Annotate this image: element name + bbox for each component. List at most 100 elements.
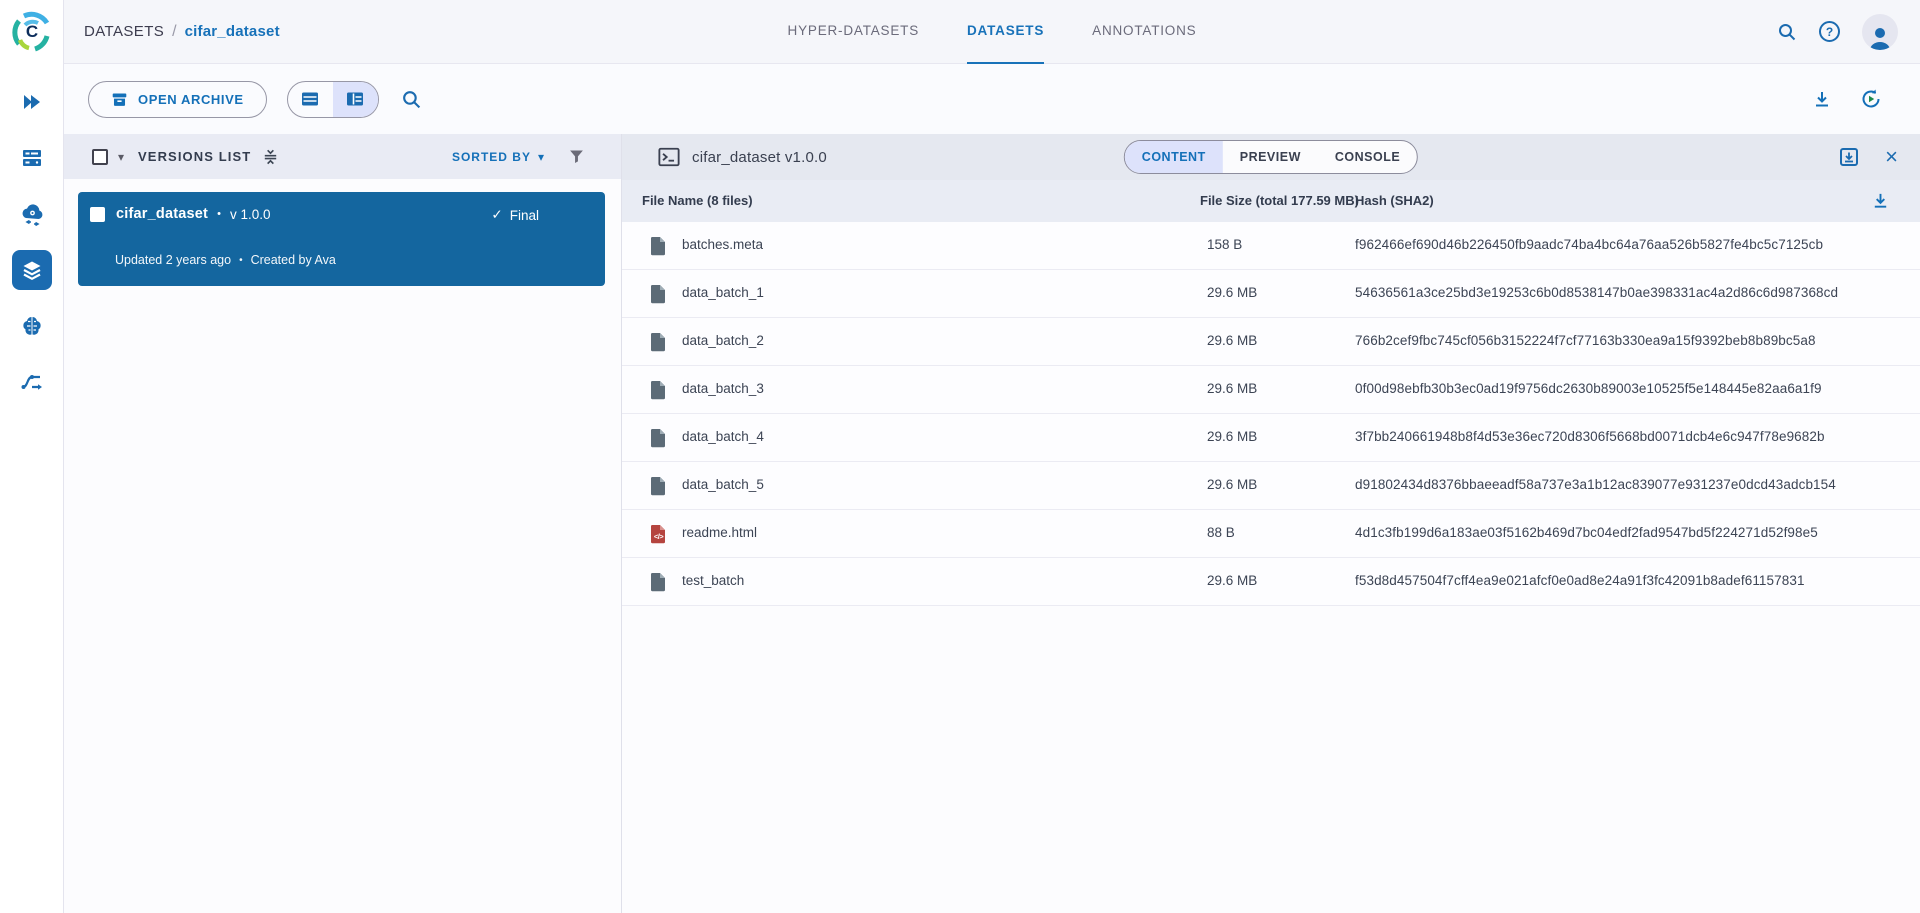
auto-refresh-button[interactable] (1860, 88, 1882, 110)
detail-panel-header: cifar_dataset v1.0.0 CONTENT PREVIEW CON… (622, 134, 1920, 180)
file-size: 29.6 MB (1207, 333, 1257, 348)
file-name: batches.meta (682, 237, 763, 252)
download-files-button[interactable] (1871, 191, 1890, 213)
select-all-caret-icon[interactable]: ▾ (118, 151, 124, 163)
version-created-by: Created by Ava (251, 253, 336, 267)
sidebar: C (0, 0, 64, 913)
versions-panel: ▾ VERSIONS LIST SORTED BY ▾ (64, 134, 622, 913)
breadcrumb: DATASETS / cifar_dataset (64, 23, 280, 41)
file-hash: 54636561a3ce25bd3e19253c6b0d8538147b0ae3… (1355, 285, 1838, 300)
file-size: 88 B (1207, 525, 1235, 540)
breadcrumb-root[interactable]: DATASETS (84, 23, 164, 40)
file-hash: d91802434d8376bbaeeadf58a737e3a1b12ac839… (1355, 477, 1836, 492)
file-hash: f962466ef690d46b226450fb9aadc74ba4bc64a7… (1355, 237, 1823, 252)
file-table-header: File Name (8 files) File Size (total 177… (622, 180, 1920, 222)
versions-list-header: ▾ VERSIONS LIST SORTED BY ▾ (64, 134, 621, 179)
sidebar-item-models[interactable] (12, 306, 52, 346)
check-icon: ✓ (491, 207, 502, 223)
tab-annotations[interactable]: ANNOTATIONS (1092, 0, 1196, 64)
table-row[interactable]: </> test_batch 29.6 MB f53d8d457504f7cff… (622, 558, 1920, 606)
file-icon (650, 332, 667, 352)
file-icon (650, 476, 667, 496)
file-icon (650, 380, 667, 400)
close-panel-icon[interactable]: × (1885, 146, 1898, 168)
sorted-by-dropdown[interactable]: SORTED BY ▾ (452, 150, 544, 164)
split-view-toggle[interactable] (333, 82, 378, 117)
version-updated: Updated 2 years ago (115, 253, 231, 267)
import-box-icon (1839, 147, 1859, 167)
select-all-checkbox[interactable] (92, 149, 108, 165)
table-row[interactable]: </> batches.meta 158 B f962466ef690d46b2… (622, 222, 1920, 270)
table-row[interactable]: </> data_batch_4 29.6 MB 3f7bb240661948b… (622, 414, 1920, 462)
cloud-gear-icon (19, 201, 45, 227)
tab-hyper-datasets[interactable]: HYPER-DATASETS (788, 0, 919, 64)
sidebar-item-projects[interactable] (12, 82, 52, 122)
version-name: cifar_dataset (116, 206, 208, 222)
file-table-body: </> batches.meta 158 B f962466ef690d46b2… (622, 222, 1920, 606)
sidebar-item-data-processing[interactable] (12, 194, 52, 234)
file-name: data_batch_3 (682, 381, 764, 396)
table-row[interactable]: </> data_batch_3 29.6 MB 0f00d98ebfb30b3… (622, 366, 1920, 414)
table-row[interactable]: </> readme.html 88 B 4d1c3fb199d6a183ae0… (622, 510, 1920, 558)
tab-preview[interactable]: PREVIEW (1223, 141, 1318, 173)
datasets-toolbar: OPEN ARCHIVE (64, 64, 1920, 134)
file-size: 29.6 MB (1207, 381, 1257, 396)
detail-tabs: CONTENT PREVIEW CONSOLE (1124, 140, 1418, 174)
collapse-versions-icon[interactable] (261, 147, 280, 166)
version-status-badge: ✓ Final (491, 207, 539, 223)
archive-icon (111, 91, 128, 108)
terminal-icon (658, 147, 680, 167)
help-button[interactable]: ? (1819, 21, 1840, 42)
file-hash: 3f7bb240661948b8f4d53e36ec720d8306f5668b… (1355, 429, 1825, 444)
sidebar-item-pipelines[interactable] (12, 362, 52, 402)
pipeline-icon (19, 369, 45, 395)
user-avatar[interactable] (1862, 14, 1898, 50)
table-view-toggle[interactable] (288, 82, 333, 117)
global-search-button[interactable] (1777, 22, 1797, 42)
tab-console[interactable]: CONSOLE (1318, 141, 1417, 173)
bullet-separator: • (239, 255, 243, 266)
filter-icon[interactable] (568, 148, 585, 165)
column-file-size: File Size (total 177.59 MB) (1200, 193, 1359, 208)
table-row[interactable]: </> data_batch_2 29.6 MB 766b2cef9fbc745… (622, 318, 1920, 366)
auto-refresh-icon (1860, 88, 1882, 110)
file-name: test_batch (682, 573, 744, 588)
file-hash: 766b2cef9fbc745cf056b3152224f7cf77163b33… (1355, 333, 1816, 348)
file-hash: 0f00d98ebfb30b3ec0ad19f9756dc2630b89003e… (1355, 381, 1822, 396)
view-toggle (287, 81, 379, 118)
server-icon (20, 146, 44, 170)
table-row[interactable]: </> data_batch_5 29.6 MB d91802434d8376b… (622, 462, 1920, 510)
table-row[interactable]: </> data_batch_1 29.6 MB 54636561a3ce25b… (622, 270, 1920, 318)
file-name: data_batch_4 (682, 429, 764, 444)
file-size: 29.6 MB (1207, 573, 1257, 588)
sidebar-item-datasets[interactable] (12, 250, 52, 290)
open-archive-button[interactable]: OPEN ARCHIVE (88, 81, 267, 118)
versions-search-button[interactable] (401, 89, 422, 110)
versions-list-title: VERSIONS LIST (138, 149, 251, 164)
download-dataset-button[interactable] (1812, 89, 1832, 109)
search-icon (1777, 22, 1797, 42)
search-icon (401, 89, 422, 110)
tab-content[interactable]: CONTENT (1125, 141, 1223, 173)
download-icon (1812, 89, 1832, 109)
brain-icon (19, 313, 45, 339)
file-hash: f53d8d457504f7cff4ea9e021afcf0e0ad8e24a9… (1355, 573, 1805, 588)
breadcrumb-separator: / (172, 23, 176, 41)
file-name: readme.html (682, 525, 757, 540)
file-hash: 4d1c3fb199d6a183ae03f5162b469d7bc04edf2f… (1355, 525, 1818, 540)
sidebar-item-workers-queues[interactable] (12, 138, 52, 178)
breadcrumb-current[interactable]: cifar_dataset (185, 23, 280, 40)
logo-letter: C (10, 10, 54, 54)
version-meta: Updated 2 years ago • Created by Ava (115, 253, 336, 267)
split-view-icon (345, 89, 365, 109)
version-checkbox[interactable] (90, 207, 105, 222)
detail-panel-title: cifar_dataset v1.0.0 (692, 149, 827, 166)
bullet-separator: • (217, 208, 221, 220)
file-icon (650, 572, 667, 592)
file-icon (650, 428, 667, 448)
tab-datasets[interactable]: DATASETS (967, 0, 1044, 64)
app-logo[interactable]: C (0, 0, 64, 64)
version-card-cifar-dataset[interactable]: cifar_dataset • v 1.0.0 ✓ Final Updated … (78, 192, 605, 286)
column-file-name: File Name (8 files) (642, 193, 753, 208)
embed-panel-button[interactable] (1839, 147, 1859, 167)
